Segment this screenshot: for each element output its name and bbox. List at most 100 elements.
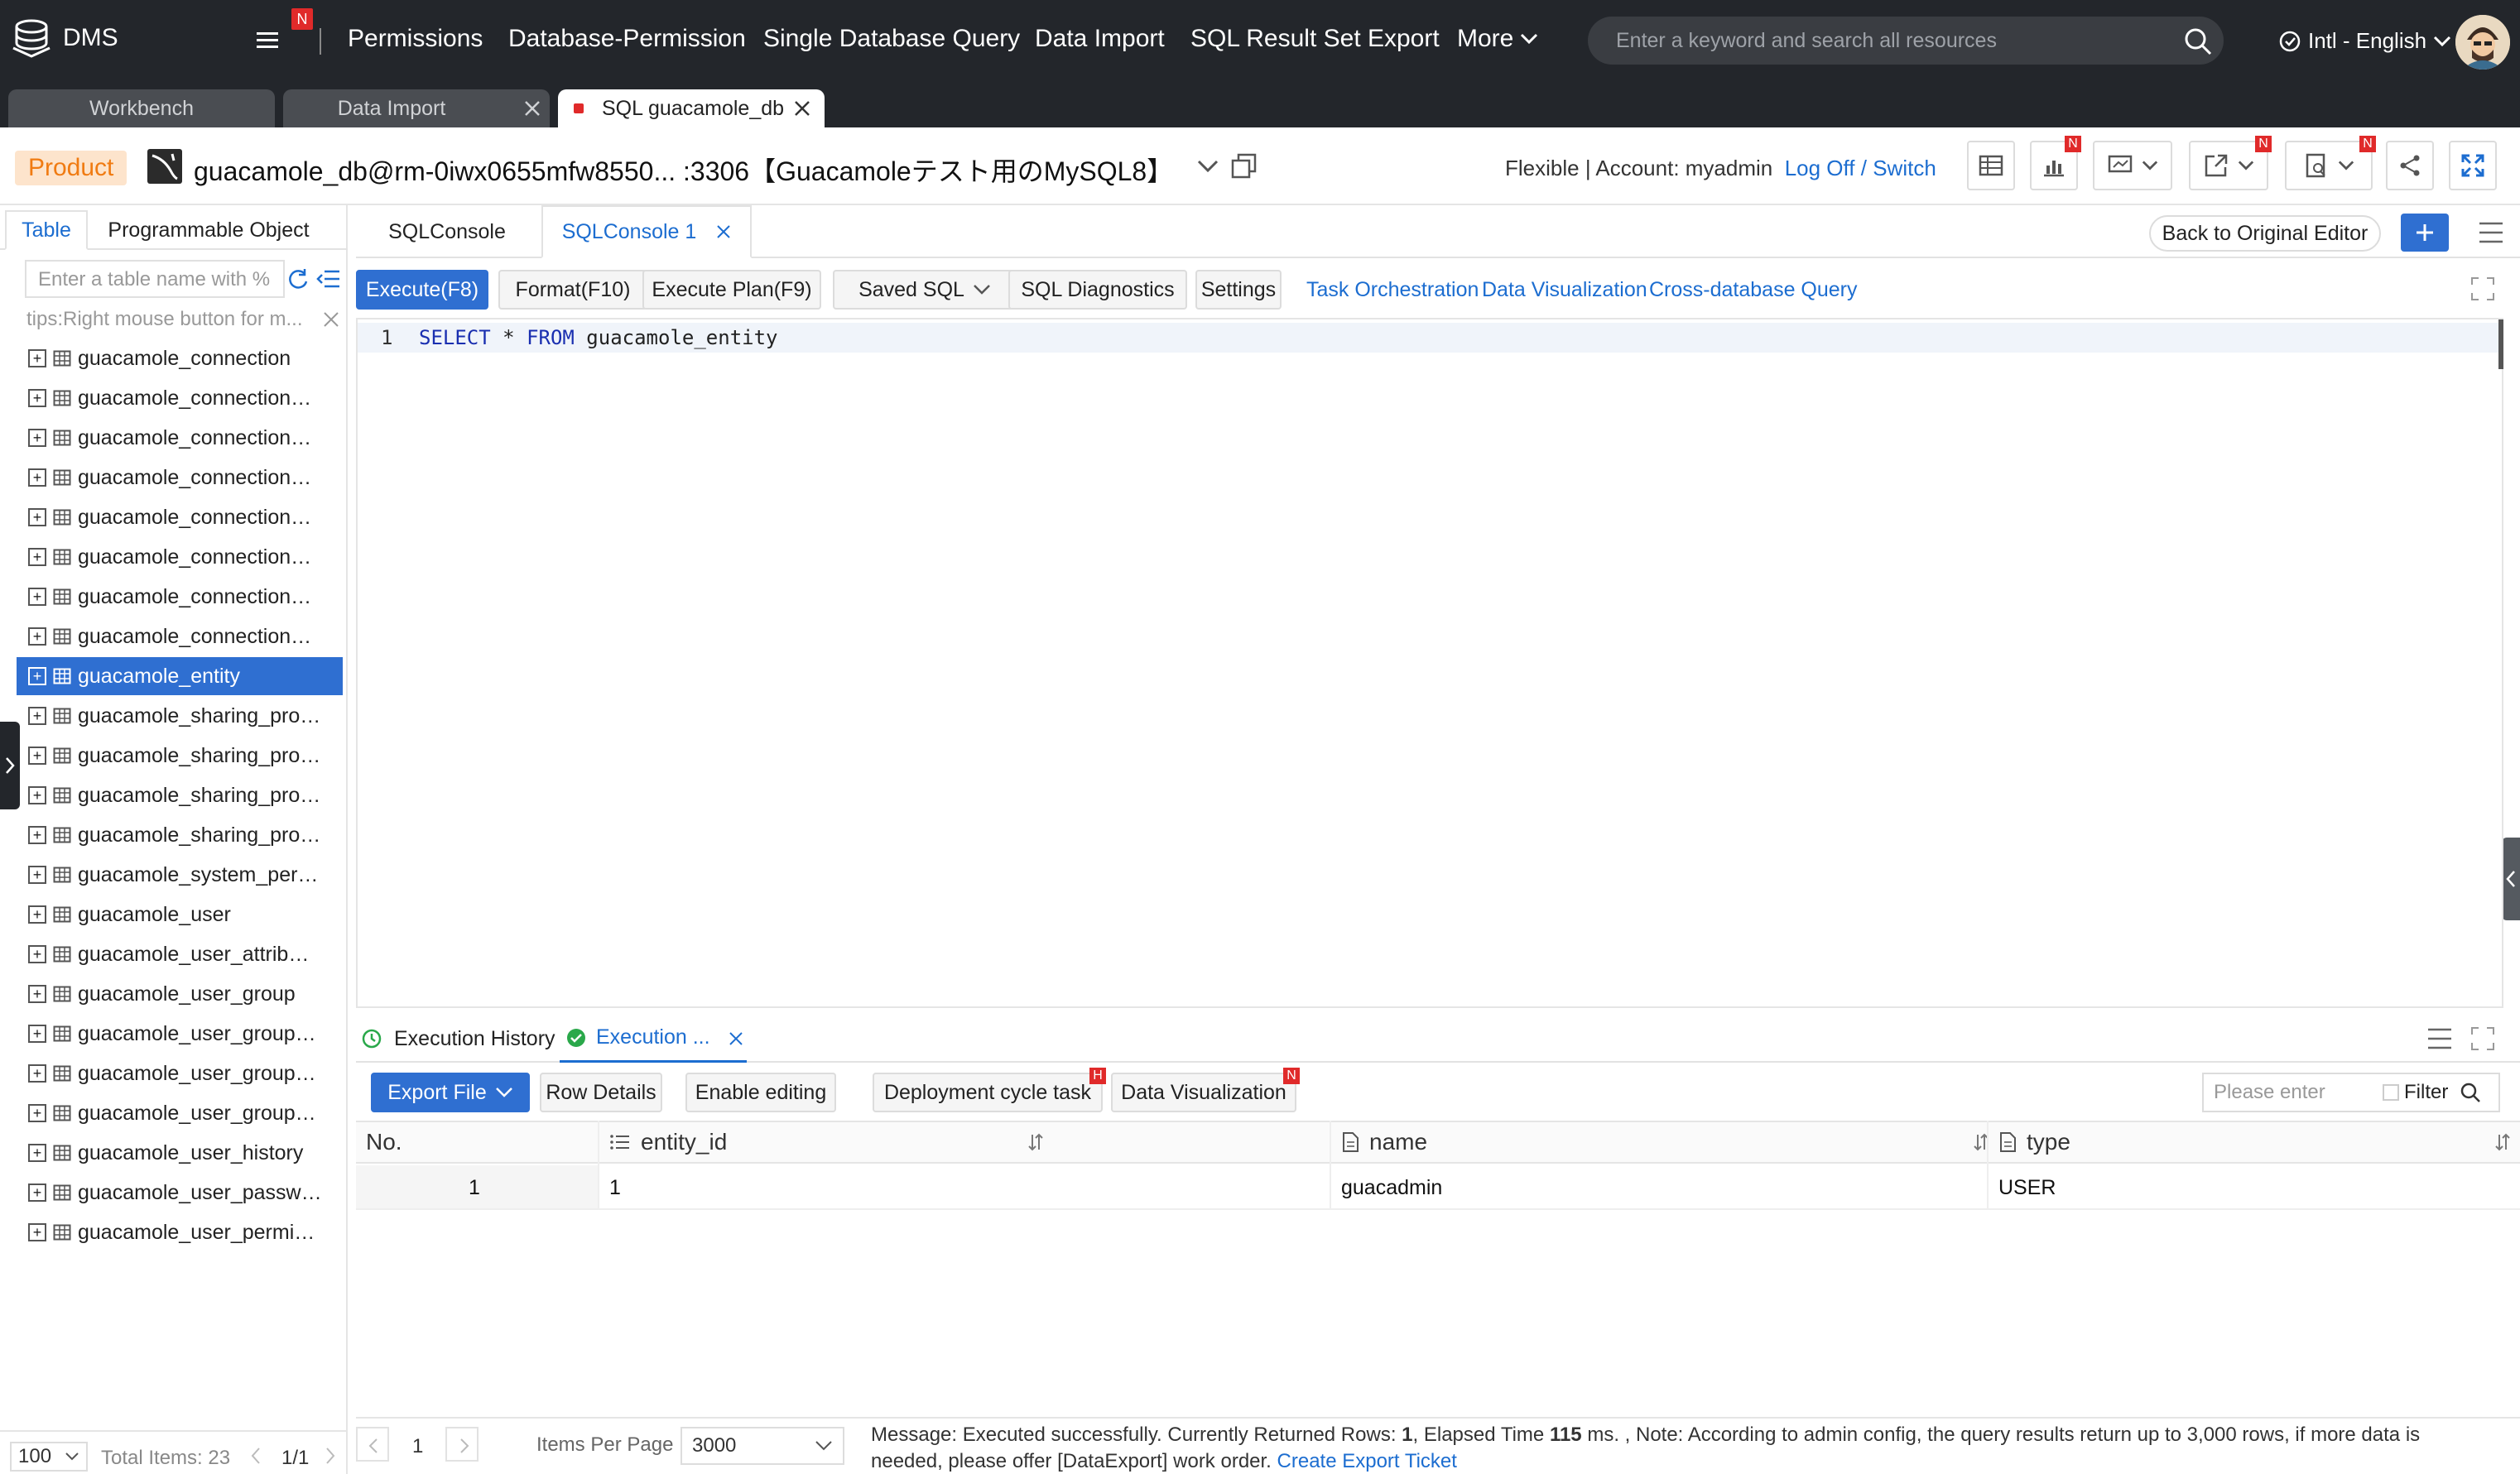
expand-icon[interactable]: + (28, 627, 46, 646)
nav-more[interactable]: More (1457, 25, 1538, 53)
chevron-left-icon[interactable] (250, 1447, 262, 1465)
table-item[interactable]: + guacamole_user_attrib… (17, 935, 343, 973)
execute-button[interactable]: Execute(F8) (356, 270, 488, 310)
nav-sql-result-set-export[interactable]: SQL Result Set Export (1190, 25, 1440, 53)
enable-editing-button[interactable]: Enable editing (685, 1073, 836, 1112)
close-icon[interactable] (793, 99, 811, 118)
sort-icon[interactable] (2494, 1132, 2512, 1152)
tab-table[interactable]: Table (5, 210, 88, 250)
cell-no[interactable]: 1 (469, 1167, 480, 1208)
table-item[interactable]: + guacamole_sharing_pro… (17, 776, 343, 814)
table-filter-input[interactable]: Enter a table name with % (25, 260, 285, 298)
page-size-select[interactable]: 100 (10, 1442, 88, 1472)
expand-icon[interactable]: + (28, 905, 46, 924)
tab-execution-history[interactable]: Execution History (361, 1021, 555, 1056)
scrollbar-thumb[interactable] (2498, 319, 2503, 369)
table-item[interactable]: + guacamole_connection… (17, 459, 343, 497)
table-item[interactable]: + guacamole_sharing_pro… (17, 697, 343, 735)
execute-plan-button[interactable]: Execute Plan(F9) (642, 270, 821, 310)
data-visualization-button[interactable]: Data Visualization N (1111, 1068, 1300, 1112)
sort-icon[interactable] (1027, 1132, 1045, 1152)
tab-programmable-object[interactable]: Programmable Object (93, 210, 325, 250)
expand-icon[interactable] (2469, 275, 2497, 303)
close-icon[interactable] (323, 311, 339, 328)
nav-database-permission[interactable]: Database-Permission (508, 25, 746, 53)
result-filter-input[interactable]: Please enter (2214, 1081, 2383, 1104)
search-input[interactable]: Enter a keyword and search all resources (1616, 29, 1997, 53)
expand-icon[interactable]: + (28, 349, 46, 367)
export-menu-button[interactable]: N (2189, 136, 2272, 190)
table-item[interactable]: + guacamole_user (17, 895, 343, 934)
filter-checkbox[interactable] (2383, 1084, 2399, 1101)
nav-permissions[interactable]: Permissions (348, 25, 483, 53)
new-console-button[interactable] (2401, 214, 2449, 252)
expand-icon[interactable]: + (28, 1025, 46, 1043)
table-item[interactable]: + guacamole_sharing_pro… (17, 737, 343, 775)
table-item[interactable]: + guacamole_user_passw… (17, 1174, 343, 1212)
expand-icon[interactable]: + (28, 945, 46, 963)
menu-icon[interactable] (2477, 220, 2505, 245)
expand-icon[interactable]: + (28, 866, 46, 884)
tab-sql-guacamole-db[interactable]: SQL guacamole_db (558, 89, 825, 127)
expand-icon[interactable]: + (28, 1223, 46, 1241)
menu-button[interactable]: N (250, 8, 313, 58)
table-view-button[interactable] (1967, 141, 2015, 190)
chevron-right-icon[interactable] (325, 1447, 336, 1465)
sql-review-button[interactable]: N (2285, 136, 2376, 190)
search-icon[interactable] (2184, 27, 2212, 55)
performance-button[interactable]: N (2030, 136, 2081, 190)
monitor-button[interactable] (2093, 141, 2172, 190)
sql-editor[interactable]: 1 SELECT * FROM guacamole_entity (356, 318, 2503, 1008)
expand-icon[interactable]: + (28, 1064, 46, 1083)
expand-icon[interactable]: + (28, 826, 46, 844)
table-item[interactable]: + guacamole_user_group… (17, 1054, 343, 1092)
expand-icon[interactable]: + (28, 468, 46, 487)
expand-icon[interactable] (2469, 1025, 2497, 1053)
fullscreen-button[interactable] (2449, 141, 2497, 190)
table-item[interactable]: + guacamole_system_per… (17, 856, 343, 894)
result-filter[interactable]: Please enter Filter (2202, 1073, 2500, 1112)
table-item[interactable]: + guacamole_connection… (17, 419, 343, 457)
export-file-button[interactable]: Export File (371, 1073, 530, 1112)
row-details-button[interactable]: Row Details (540, 1073, 662, 1112)
log-off-link[interactable]: Log Off (1785, 156, 1855, 180)
search-icon[interactable] (2460, 1082, 2481, 1103)
create-export-ticket-link[interactable]: Create Export Ticket (1277, 1450, 1457, 1472)
expand-icon[interactable]: + (28, 786, 46, 804)
close-icon[interactable] (716, 224, 731, 239)
settings-button[interactable]: Settings (1195, 270, 1282, 310)
tab-execution-result[interactable]: Execution ... (560, 1015, 747, 1063)
expand-icon[interactable]: + (28, 747, 46, 765)
expand-icon[interactable]: + (28, 508, 46, 526)
expand-icon[interactable]: + (28, 429, 46, 447)
expand-icon[interactable]: + (28, 667, 46, 685)
global-search[interactable]: Enter a keyword and search all resources (1588, 17, 2224, 65)
next-page-button[interactable] (445, 1427, 479, 1462)
table-item[interactable]: + guacamole_user_group… (17, 1094, 343, 1132)
column-header-type[interactable]: type (1998, 1121, 2512, 1164)
table-item[interactable]: + guacamole_connection (17, 339, 343, 377)
expand-icon[interactable]: + (28, 588, 46, 606)
table-item[interactable]: + guacamole_connection… (17, 578, 343, 616)
cross-database-query-link[interactable]: Cross-database Query (1649, 278, 1858, 302)
items-per-page-select[interactable]: 3000 (680, 1427, 844, 1465)
table-item[interactable]: + guacamole_user_history (17, 1134, 343, 1172)
table-item[interactable]: + guacamole_connection… (17, 379, 343, 417)
language-selector[interactable]: Intl - English (2278, 28, 2451, 54)
saved-sql-dropdown[interactable]: Saved SQL (833, 270, 1017, 310)
expand-icon[interactable]: + (28, 389, 46, 407)
data-visualization-link[interactable]: Data Visualization (1482, 278, 1647, 302)
expand-icon[interactable]: + (28, 1104, 46, 1122)
cell-type[interactable]: USER (1998, 1167, 2056, 1208)
table-item[interactable]: + guacamole_entity (17, 657, 343, 695)
table-item[interactable]: + guacamole_connection… (17, 538, 343, 576)
format-button[interactable]: Format(F10) (498, 270, 647, 310)
expand-right-panel-handle[interactable] (2502, 838, 2520, 920)
expand-icon[interactable]: + (28, 1184, 46, 1202)
column-header-entity-id[interactable]: entity_id (609, 1121, 1045, 1164)
cell-name[interactable]: guacadmin (1341, 1167, 1442, 1208)
tab-sqlconsole[interactable]: SQLConsole (356, 205, 538, 258)
tab-workbench[interactable]: Workbench (8, 89, 275, 127)
table-item[interactable]: + guacamole_connection… (17, 617, 343, 655)
table-item[interactable]: + guacamole_sharing_pro… (17, 816, 343, 854)
